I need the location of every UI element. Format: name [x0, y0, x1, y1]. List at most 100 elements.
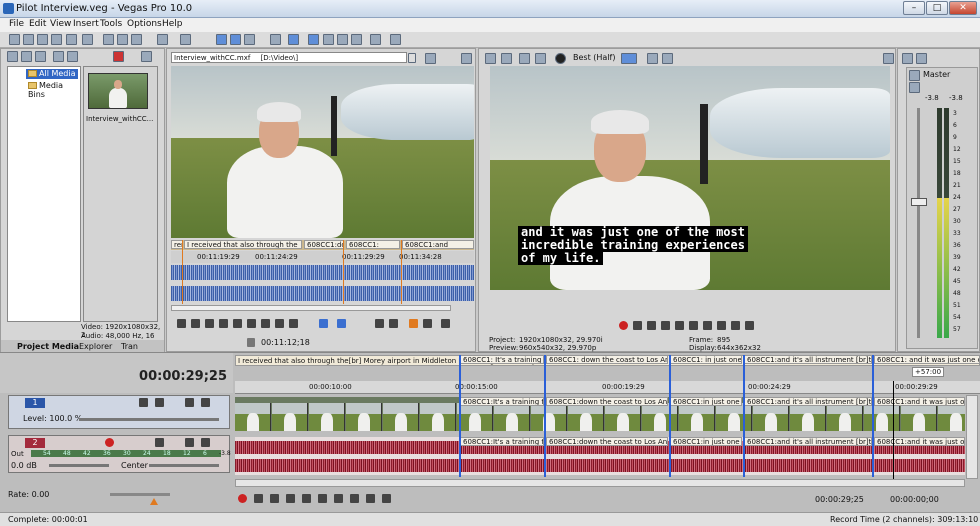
overlays-icon[interactable] — [621, 53, 637, 64]
solo-icon[interactable] — [201, 438, 210, 447]
remove-unused-icon[interactable] — [53, 51, 64, 62]
redo-icon[interactable] — [180, 34, 191, 45]
tab-explorer[interactable]: Explorer — [79, 342, 112, 351]
trimmer-zoom-icon[interactable] — [441, 319, 450, 328]
envelope-tool-icon[interactable] — [323, 34, 334, 45]
video-track-header[interactable]: 1 Level: 100.0 % — [8, 395, 230, 429]
prev-frame-icon[interactable] — [366, 494, 375, 503]
audio-track-header[interactable]: 2 Out 54 48 42 36 30 24 18 12 6 -3.8 0.0… — [8, 435, 231, 473]
marker-icon[interactable] — [409, 319, 418, 328]
go-end-icon[interactable] — [717, 321, 726, 330]
menu-file[interactable]: File — [9, 19, 24, 29]
play-alt-icon[interactable] — [661, 321, 670, 330]
cc-region[interactable]: 608CC1:down the — [304, 240, 344, 249]
volume-slider[interactable] — [49, 464, 109, 467]
playhead[interactable] — [893, 381, 894, 479]
master-fader[interactable] — [911, 198, 927, 206]
audio-region[interactable]: 608CC1:and it was just one of th — [874, 437, 965, 446]
save-icon[interactable] — [37, 34, 48, 45]
video-region[interactable]: 608CC1:It's a training trip that — [460, 397, 544, 406]
play-alt-icon[interactable] — [205, 319, 214, 328]
tab-project-media[interactable]: Project Media — [17, 342, 79, 351]
delete-icon[interactable] — [113, 51, 124, 62]
mute-icon[interactable] — [185, 398, 194, 407]
audio-region[interactable]: 608CC1:It's a training trip that — [460, 437, 544, 446]
save-as-icon[interactable] — [51, 34, 62, 45]
selection-tool-icon[interactable] — [337, 34, 348, 45]
trimmer-scroll[interactable] — [171, 305, 451, 311]
menu-help[interactable]: Help — [162, 19, 183, 29]
play-icon[interactable] — [647, 321, 656, 330]
go-start-icon[interactable] — [334, 494, 343, 503]
video-region[interactable]: 608CC1:and it's all instrument [br]train… — [744, 397, 872, 406]
pause-icon[interactable] — [302, 494, 311, 503]
next-frame-icon[interactable] — [745, 321, 754, 330]
split-screen-icon[interactable] — [535, 53, 546, 64]
track-fx-icon[interactable] — [155, 438, 164, 447]
render-icon[interactable] — [66, 34, 77, 45]
mixer-downmix-icon[interactable] — [916, 53, 927, 64]
play-alt-icon[interactable] — [286, 494, 295, 503]
preview-video[interactable]: and it was just one of the most incredib… — [490, 66, 890, 290]
save-snapshot-icon[interactable] — [662, 53, 673, 64]
rate-slider[interactable] — [110, 493, 170, 496]
loop-icon[interactable] — [633, 321, 642, 330]
audio-region[interactable]: 608CC1:down the coast to Los Angeles. [b… — [546, 437, 668, 446]
cc-region[interactable]: 608CC1: in just one week — [670, 355, 742, 364]
import-media-icon[interactable] — [7, 51, 18, 62]
video-region[interactable]: 608CC1:and it was just one of th — [874, 397, 965, 406]
add-track-icon[interactable] — [337, 319, 346, 328]
menu-tools[interactable]: Tools — [100, 19, 122, 29]
next-frame-icon[interactable] — [289, 319, 298, 328]
cc-region[interactable]: 608CC1: It's a training trip that — [460, 355, 544, 364]
cc-region[interactable]: I received that also through the — [184, 240, 302, 249]
level-slider[interactable] — [79, 418, 219, 421]
out-point-icon[interactable] — [389, 319, 398, 328]
loop-icon[interactable] — [254, 494, 263, 503]
go-start-icon[interactable] — [247, 319, 256, 328]
pause-icon[interactable] — [219, 319, 228, 328]
close-button[interactable]: ✕ — [949, 1, 977, 15]
go-end-icon[interactable] — [261, 319, 270, 328]
video-region[interactable]: 608CC1:down the coast to Los Angeles. [b… — [546, 397, 668, 406]
menu-insert[interactable]: Insert — [73, 19, 99, 29]
in-point-icon[interactable] — [375, 319, 384, 328]
record-icon[interactable] — [619, 321, 628, 330]
stop-icon[interactable] — [233, 319, 242, 328]
tree-item-all-media[interactable]: All Media — [26, 69, 78, 79]
cc-region[interactable]: 608CC1: — [346, 240, 400, 249]
play-icon[interactable] — [191, 319, 200, 328]
quality-icon[interactable] — [555, 53, 566, 64]
region-icon[interactable] — [423, 319, 432, 328]
go-start-icon[interactable] — [703, 321, 712, 330]
next-frame-icon[interactable] — [382, 494, 391, 503]
stop-icon[interactable] — [318, 494, 327, 503]
maximize-button[interactable]: □ — [926, 1, 948, 15]
trimmer-options-icon[interactable] — [461, 53, 472, 64]
video-fx-icon[interactable] — [501, 53, 512, 64]
auto-crossfade-icon[interactable] — [230, 34, 241, 45]
video-region[interactable]: 608CC1:in just one week — [670, 397, 742, 406]
audio-region[interactable]: 608CC1:in just one week — [670, 437, 742, 446]
go-end-icon[interactable] — [350, 494, 359, 503]
loop-icon[interactable] — [177, 319, 186, 328]
menu-view[interactable]: View — [50, 19, 71, 29]
help-pointer-icon[interactable] — [390, 34, 401, 45]
tree-item-media-bins[interactable]: Media Bins — [26, 81, 80, 99]
master-fx-icon[interactable] — [909, 82, 920, 93]
cc-region[interactable]: 608CC1:and — [402, 240, 474, 249]
ripple-icon[interactable] — [244, 34, 255, 45]
vertical-scrollbar[interactable] — [966, 395, 978, 479]
zoom-tool-icon[interactable] — [351, 34, 362, 45]
capture-icon[interactable] — [21, 51, 32, 62]
audio-region[interactable]: 608CC1:and it's all instrument [br]train… — [744, 437, 872, 446]
media-thumbnail[interactable] — [88, 73, 148, 109]
arm-record-icon[interactable] — [105, 438, 114, 447]
copy-snapshot-icon[interactable] — [647, 53, 658, 64]
views-icon[interactable] — [141, 51, 152, 62]
mixer-props-icon[interactable] — [902, 53, 913, 64]
preview-quality[interactable]: Best (Half) — [573, 53, 615, 62]
stop-icon[interactable] — [689, 321, 698, 330]
cc-region[interactable]: 608CC1:and it's all instrument [br]train… — [744, 355, 872, 364]
new-icon[interactable] — [9, 34, 20, 45]
